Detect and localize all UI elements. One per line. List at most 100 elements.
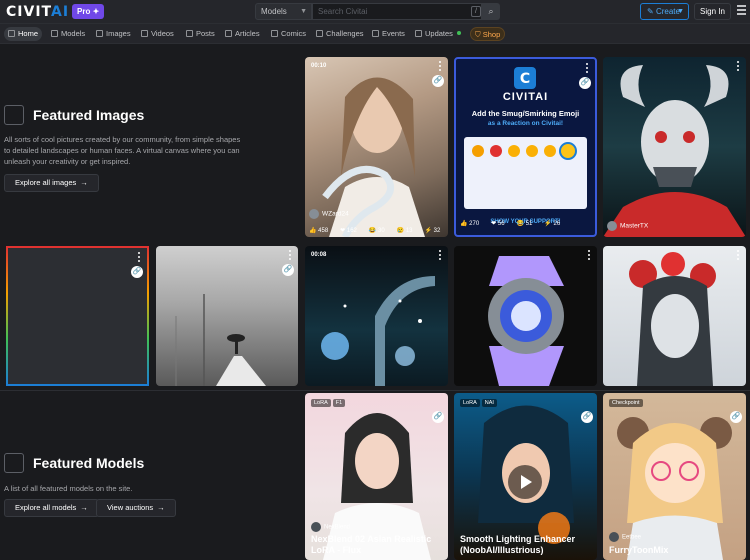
nav-events[interactable]: Events [368,27,409,41]
card-user[interactable]: WZard24 [309,209,349,219]
explore-all-images-button[interactable]: Explore all images → [4,174,99,192]
video-duration: 00:08 [311,252,327,258]
image-card[interactable]: 00:08 [305,246,448,386]
link-icon[interactable]: 🔗 [579,77,591,89]
chevron-down-icon: ▼ [677,8,684,15]
more-options-icon[interactable] [289,250,292,260]
arrow-right-icon: → [80,178,88,187]
model-name[interactable]: FurryToonMix [609,545,668,556]
more-options-icon[interactable] [439,250,442,260]
slash-shortcut-hint: / [471,6,481,17]
image-preview [603,65,746,237]
play-icon[interactable] [508,465,542,499]
model-name[interactable]: Smooth Lighting Enhancer (NoobAI/Illustri… [460,534,575,556]
create-button[interactable]: ✎ Create ▼ [640,3,689,20]
image-preview [629,252,716,386]
articles-icon [225,30,232,37]
image-card[interactable]: 🔗 [6,246,149,386]
images-section-icon [4,105,24,125]
image-preview: C [464,67,587,209]
view-auctions-button[interactable]: View auctions → [96,499,176,517]
link-icon[interactable]: 🔗 [131,266,143,278]
more-options-icon[interactable] [588,250,591,260]
models-icon [51,30,58,37]
civitai-logo[interactable]: CIVITAI [6,4,69,20]
nav-posts[interactable]: Posts [182,27,219,41]
more-options-icon[interactable] [737,250,740,260]
svg-text:C: C [520,71,530,87]
model-tags: LoRA F1 [311,399,347,407]
link-icon[interactable]: 🔗 [432,411,444,423]
avatar [311,522,321,532]
top-bar: CIVITAI Pro ✦ Models▼ / ⌕ ✎ Create▼ Sign… [0,0,750,24]
image-preview [175,294,266,386]
image-preview [321,276,435,386]
arrow-right-icon: → [80,503,88,512]
models-section-icon [4,453,24,473]
nav-articles[interactable]: Articles [221,27,264,41]
nav-images[interactable]: Images [92,27,135,41]
arrow-right-icon: → [157,503,165,512]
nav-comics[interactable]: Comics [267,27,310,41]
promo-logo-text: CIVITAI [502,91,549,103]
image-card[interactable]: 00:10 🔗 WZard24 👍 458 ❤ 162 😂 30 😢 13 ⚡ 32 [305,57,448,237]
link-icon[interactable]: 🔗 [432,75,444,87]
more-options-icon[interactable] [439,61,442,71]
more-options-icon[interactable] [138,252,141,262]
avatar [609,532,619,542]
card-user[interactable]: MasterTX [607,221,648,231]
avatar [309,209,319,219]
main-nav: Home Models Images Videos Posts Articles… [0,24,750,44]
link-icon[interactable]: 🔗 [282,264,294,276]
new-indicator-dot [456,31,461,35]
link-icon[interactable]: 🔗 [730,411,742,423]
hamburger-menu-icon[interactable] [737,5,746,18]
image-card[interactable] [603,246,746,386]
image-card[interactable]: MasterTX [603,57,746,237]
model-name[interactable]: NexBlend 02 Asian Realistic LoRA - Flux [311,534,431,556]
model-tags: LoRA NAI [460,399,499,407]
featured-models-description: A list of all featured models on the sit… [4,484,133,493]
updates-icon [415,30,422,37]
search-input[interactable] [312,3,482,20]
nav-challenges[interactable]: Challenges [312,27,368,41]
image-card[interactable]: 🔗 [156,246,298,386]
trophy-icon [316,30,323,37]
model-tags: Checkpoint [609,399,645,407]
explore-all-models-button[interactable]: Explore all models → [4,499,99,517]
more-options-icon[interactable] [586,63,589,73]
nav-videos[interactable]: Videos [137,27,178,41]
avatar [607,221,617,231]
nav-home[interactable]: Home [4,27,43,41]
section-divider [0,390,750,391]
more-options-icon[interactable] [737,61,740,71]
sign-in-button[interactable]: Sign In [694,3,731,20]
model-creator[interactable]: NexBlend [311,522,350,532]
pro-badge[interactable]: Pro ✦ [72,4,105,19]
video-duration: 00:10 [311,63,327,69]
reaction-stats: 👍 458 ❤ 162 😂 30 😢 13 ⚡ 32 [309,228,441,234]
images-icon [96,30,103,37]
calendar-icon [372,30,379,37]
nav-shop[interactable]: ⛉ Shop [470,27,506,41]
promo-headline: Add the Smug/Smirking Emoji [471,109,580,118]
home-icon [8,30,15,37]
image-card[interactable]: C CIVITAI Add the Smug/Smirking Emoji as… [454,57,597,237]
nav-models[interactable]: Models [47,27,89,41]
promo-subheadline: as a Reaction on Civitai! [487,120,564,127]
image-card[interactable] [454,246,597,386]
image-preview [488,256,564,386]
search-button[interactable]: ⌕ [482,3,500,20]
comics-icon [271,30,278,37]
model-creator[interactable]: Eetbee [609,532,641,542]
model-card[interactable]: Checkpoint 🔗 Eetbee FurryToonMix [603,393,746,560]
chevron-down-icon: ▼ [300,8,307,15]
nav-updates[interactable]: Updates [411,27,465,41]
search-type-select[interactable]: Models ▼ [255,3,312,20]
link-icon[interactable]: 🔗 [581,411,593,423]
shop-icon: ⛉ [475,30,483,39]
model-card[interactable]: LoRA NAI 🔗 Smooth Lighting Enhancer (NoobA… [454,393,597,560]
featured-images-description: All sorts of cool pictures created by ou… [4,135,241,166]
videos-icon [141,30,148,37]
model-card[interactable]: LoRA F1 🔗 NexBlend NexBlend 02 Asian Real… [305,393,448,560]
